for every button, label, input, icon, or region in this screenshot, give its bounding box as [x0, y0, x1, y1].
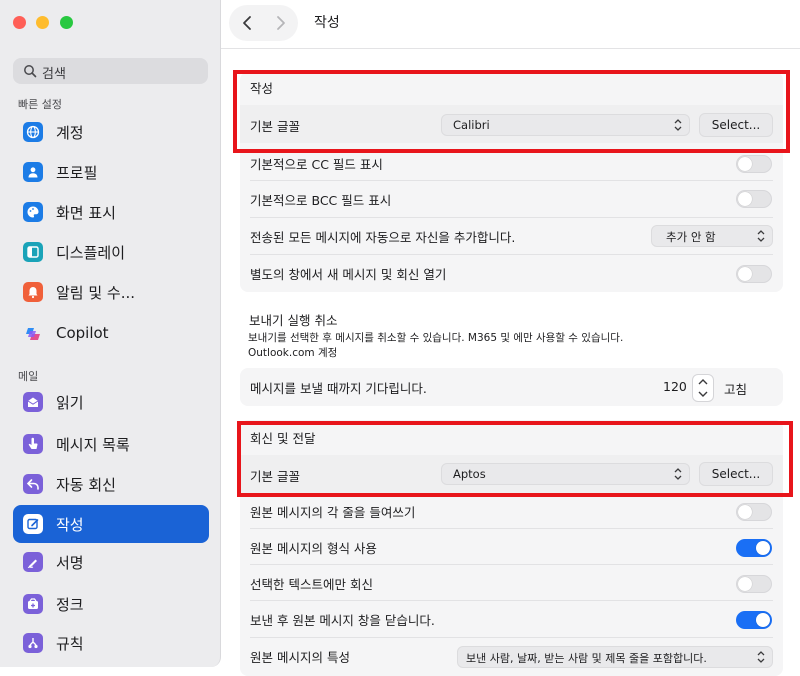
- undo-send-description-2: Outlook.com 계정: [248, 347, 338, 359]
- chevron-updown-icon: [757, 230, 765, 242]
- sidebar-item-profile[interactable]: 프로필: [13, 153, 209, 191]
- sidebar-item-label: 계정: [56, 124, 84, 142]
- bcc-field-row: 기본적으로 BCC 필드 표시: [240, 181, 783, 217]
- sidebar-item-label: 작성: [56, 516, 84, 534]
- chevron-right-icon: [277, 16, 285, 30]
- reply-icon: [23, 474, 43, 494]
- close-original-toggle[interactable]: [736, 611, 772, 629]
- reply-selected-text-row: 선택한 텍스트에만 회신: [240, 565, 783, 601]
- cc-field-label: 기본적으로 CC 필드 표시: [250, 157, 383, 172]
- copilot-icon: [23, 324, 43, 344]
- sidebar-item-label: 메시지 목록: [56, 436, 130, 454]
- new-window-row: 별도의 창에서 새 메시지 및 회신 열기: [240, 255, 783, 291]
- sidebar-item-appearance[interactable]: 화면 표시: [13, 193, 209, 231]
- forward-button[interactable]: [269, 11, 293, 35]
- sidebar-item-rules[interactable]: 규칙: [13, 624, 209, 662]
- bcc-field-toggle[interactable]: [736, 190, 772, 208]
- sidebar-item-label: 서명: [56, 554, 84, 572]
- sidebar-item-signature[interactable]: 서명: [13, 543, 209, 581]
- search-field[interactable]: 검색: [13, 58, 208, 84]
- zoom-window-button[interactable]: [60, 16, 73, 29]
- sidebar-item-compose[interactable]: 작성: [13, 505, 209, 543]
- new-window-label: 별도의 창에서 새 메시지 및 회신 열기: [250, 267, 447, 282]
- auto-add-self-popup[interactable]: 추가 안 함: [651, 225, 773, 247]
- sidebar-item-reading[interactable]: 읽기: [13, 383, 209, 421]
- sidebar-item-label: 규칙: [56, 635, 84, 653]
- junk-icon: [23, 594, 43, 614]
- person-icon: [23, 162, 43, 182]
- hand-pointer-icon: [23, 434, 43, 454]
- undo-send-wait-value: 120: [663, 379, 687, 394]
- page-title: 작성: [314, 15, 340, 31]
- sidebar-item-notifications[interactable]: 알림 및 수...: [13, 273, 209, 311]
- sidebar-item-label: 알림 및 수...: [56, 284, 136, 302]
- reply-selected-text-label: 선택한 텍스트에만 회신: [250, 577, 373, 592]
- chevron-left-icon: [243, 16, 251, 30]
- chevron-updown-icon: [757, 650, 765, 664]
- palette-icon: [23, 202, 43, 222]
- original-format-row: 원본 메시지의 형식 사용: [240, 529, 783, 565]
- highlight-box-reply-font: [237, 421, 793, 497]
- auto-add-self-label: 전송된 모든 메시지에 자동으로 자신을 추가합니다.: [250, 230, 516, 245]
- sidebar-item-message-list[interactable]: 메시지 목록: [13, 425, 209, 463]
- original-attributes-popup[interactable]: 보낸 사람, 날짜, 받는 사람 및 제목 줄을 포함합니다.: [457, 646, 773, 668]
- original-attributes-row: 원본 메시지의 특성 보낸 사람, 날짜, 받는 사람 및 제목 줄을 포함합니…: [240, 638, 783, 674]
- auto-add-self-row: 전송된 모든 메시지에 자동으로 자신을 추가합니다. 추가 안 함: [240, 218, 783, 254]
- minimize-window-button[interactable]: [36, 16, 49, 29]
- undo-send-wait-unit: 고침: [724, 382, 748, 397]
- highlight-box-compose-font: [233, 70, 790, 153]
- indent-label: 원본 메시지의 각 줄을 들여쓰기: [250, 505, 416, 520]
- sidebar-item-label: 디스플레이: [56, 244, 126, 262]
- sidebar-item-junk[interactable]: 정크: [13, 585, 209, 623]
- section-label-mail: 메일: [18, 370, 39, 383]
- sidebar-item-label: 화면 표시: [56, 204, 116, 222]
- sidebar-item-auto-reply[interactable]: 자동 회신: [13, 465, 209, 503]
- sidebar-item-accounts[interactable]: 계정: [13, 113, 209, 151]
- original-attributes-value: 보낸 사람, 날짜, 받는 사람 및 제목 줄을 포함합니다.: [466, 652, 707, 665]
- bcc-field-label: 기본적으로 BCC 필드 표시: [250, 193, 392, 208]
- search-placeholder: 검색: [42, 67, 66, 82]
- globe-icon: [23, 122, 43, 142]
- undo-send-title: 보내기 실행 취소: [249, 313, 338, 328]
- history-navigation: [229, 5, 298, 41]
- sidebar-item-label: 읽기: [56, 394, 84, 412]
- auto-add-self-value: 추가 안 함: [666, 230, 716, 244]
- cc-field-toggle[interactable]: [736, 155, 772, 173]
- new-window-toggle[interactable]: [736, 265, 772, 283]
- sidebar-item-label: 자동 회신: [56, 476, 116, 494]
- undo-send-stepper[interactable]: [692, 374, 714, 402]
- back-button[interactable]: [235, 11, 259, 35]
- undo-send-description: 보내기를 선택한 후 메시지를 취소할 수 있습니다. M365 및 에만 사용…: [248, 332, 624, 344]
- compose-icon: [23, 514, 43, 534]
- indent-row: 원본 메시지의 각 줄을 들여쓰기: [240, 493, 783, 529]
- original-format-label: 원본 메시지의 형식 사용: [250, 541, 377, 556]
- signature-icon: [23, 552, 43, 572]
- stepper-arrows-icon: [698, 379, 708, 397]
- sidebar-item-label: Copilot: [56, 324, 109, 342]
- sidebar-item-label: 프로필: [56, 164, 98, 182]
- indent-toggle[interactable]: [736, 503, 772, 521]
- close-window-button[interactable]: [13, 16, 26, 29]
- layout-icon: [23, 242, 43, 262]
- reply-selected-text-toggle[interactable]: [736, 575, 772, 593]
- envelope-open-icon: [23, 392, 43, 412]
- sidebar-item-copilot[interactable]: Copilot: [13, 315, 209, 353]
- original-format-toggle[interactable]: [736, 539, 772, 557]
- close-original-label: 보낸 후 원본 메시지 창을 닫습니다.: [250, 613, 435, 628]
- rules-icon: [23, 633, 43, 653]
- bell-icon: [23, 282, 43, 302]
- search-icon: [24, 65, 37, 78]
- sidebar-item-label: 정크: [56, 596, 84, 614]
- undo-send-group: 메시지를 보낼 때까지 기다립니다. 120 고침: [240, 368, 783, 406]
- section-label-quick-settings: 빠른 설정: [18, 98, 62, 111]
- close-original-row: 보낸 후 원본 메시지 창을 닫습니다.: [240, 601, 783, 637]
- sidebar-item-display[interactable]: 디스플레이: [13, 233, 209, 271]
- undo-send-wait-label: 메시지를 보낼 때까지 기다립니다.: [250, 381, 427, 396]
- sidebar: 검색 빠른 설정 계정 프로필 화면 표시 디스플레이 알림 및 수... Co…: [0, 0, 221, 667]
- toolbar-divider: [221, 48, 800, 49]
- original-attributes-label: 원본 메시지의 특성: [250, 650, 350, 665]
